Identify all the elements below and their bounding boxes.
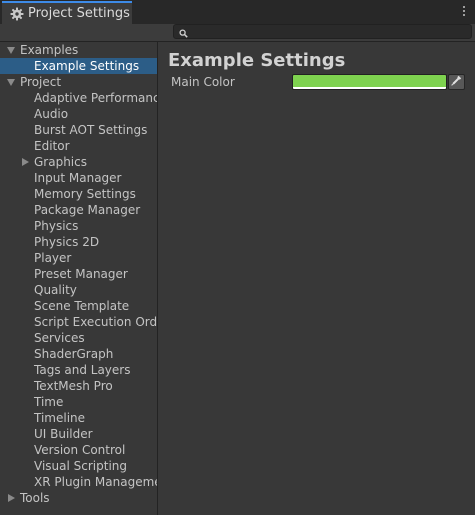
tree-item-burst-aot-settings[interactable]: Burst AOT Settings xyxy=(0,122,157,138)
tree-item-player[interactable]: Player xyxy=(0,250,157,266)
tree-item-label: Services xyxy=(34,331,85,345)
tree-group-label: Tools xyxy=(20,491,50,505)
tree-item-services[interactable]: Services xyxy=(0,330,157,346)
tree-item-label: Input Manager xyxy=(34,171,122,185)
tree-item-script-execution-order[interactable]: Script Execution Order xyxy=(0,314,157,330)
tree-item-label: ShaderGraph xyxy=(34,347,114,361)
tree-group-examples[interactable]: Examples xyxy=(0,42,157,58)
tree-item-label: Time xyxy=(34,395,64,409)
tree-item-label: TextMesh Pro xyxy=(34,379,113,393)
tree-item-example-settings[interactable]: Example Settings xyxy=(0,58,157,74)
tree-item-label: XR Plugin Management xyxy=(34,475,157,489)
tree-item-label: Memory Settings xyxy=(34,187,136,201)
project-settings-window: Project Settings Examples Example Settin… xyxy=(0,0,475,515)
search-input[interactable] xyxy=(188,25,462,38)
tree-item-label: Audio xyxy=(34,107,69,121)
tree-item-shadergraph[interactable]: ShaderGraph xyxy=(0,346,157,362)
tree-item-scene-template[interactable]: Scene Template xyxy=(0,298,157,314)
tree-item-label: Adaptive Performance xyxy=(34,91,157,105)
tree-item-audio[interactable]: Audio xyxy=(0,106,157,122)
expanded-arrow-icon[interactable] xyxy=(7,79,15,86)
tab-title: Project Settings xyxy=(28,6,130,21)
tree-item-package-manager[interactable]: Package Manager xyxy=(0,202,157,218)
eyedropper-icon xyxy=(451,75,462,89)
tree-item-label: Example Settings xyxy=(34,59,140,73)
tree-item-label: Package Manager xyxy=(34,203,141,217)
tab-project-settings[interactable]: Project Settings xyxy=(2,1,132,24)
tree-item-label: Scene Template xyxy=(34,299,130,313)
search-icon xyxy=(179,27,188,38)
alpha-bar xyxy=(293,87,446,89)
tree-item-version-control[interactable]: Version Control xyxy=(0,442,157,458)
gear-icon xyxy=(10,7,24,21)
tree-item-tags-and-layers[interactable]: Tags and Layers xyxy=(0,362,157,378)
tree-item-label: Timeline xyxy=(34,411,86,425)
tree-item-editor[interactable]: Editor xyxy=(0,138,157,154)
tree-group-project[interactable]: Project xyxy=(0,74,157,90)
eyedropper-button[interactable] xyxy=(448,74,465,90)
page-title: Example Settings xyxy=(168,50,346,71)
tree-item-label: Visual Scripting xyxy=(34,459,127,473)
collapsed-arrow-icon[interactable] xyxy=(8,494,15,502)
tree-item-label: Burst AOT Settings xyxy=(34,123,148,137)
settings-panel: Example Settings Main Color xyxy=(158,42,475,515)
tree-group-label: Project xyxy=(20,75,62,89)
tree-item-label: Physics 2D xyxy=(34,235,100,249)
tree-item-timeline[interactable]: Timeline xyxy=(0,410,157,426)
tree-group-tools[interactable]: Tools xyxy=(0,490,157,506)
tree-item-textmesh-pro[interactable]: TextMesh Pro xyxy=(0,378,157,394)
tree-item-physics[interactable]: Physics xyxy=(0,218,157,234)
tree-item-adaptive-performance[interactable]: Adaptive Performance xyxy=(0,90,157,106)
toolbar xyxy=(0,24,475,42)
tree-item-label: UI Builder xyxy=(34,427,93,441)
tree-item-label: Player xyxy=(34,251,72,265)
property-label: Main Color xyxy=(171,75,235,89)
property-row-main-color: Main Color xyxy=(158,73,475,91)
tree-item-label: Tags and Layers xyxy=(34,363,131,377)
tree-item-graphics[interactable]: Graphics xyxy=(0,154,157,170)
tree-item-label: Graphics xyxy=(34,155,87,169)
settings-tree: Examples Example Settings Project Adapti… xyxy=(0,42,157,515)
color-swatch xyxy=(293,75,446,87)
collapsed-arrow-icon[interactable] xyxy=(22,158,29,166)
tree-item-input-manager[interactable]: Input Manager xyxy=(0,170,157,186)
tab-strip: Project Settings xyxy=(0,0,475,24)
tree-item-preset-manager[interactable]: Preset Manager xyxy=(0,266,157,282)
color-field[interactable] xyxy=(292,74,447,90)
kebab-menu-icon[interactable] xyxy=(457,3,471,19)
expanded-arrow-icon[interactable] xyxy=(7,47,15,54)
tree-item-label: Editor xyxy=(34,139,70,153)
tree-item-ui-builder[interactable]: UI Builder xyxy=(0,426,157,442)
tree-item-label: Script Execution Order xyxy=(34,315,157,329)
tree-item-time[interactable]: Time xyxy=(0,394,157,410)
tree-item-label: Quality xyxy=(34,283,77,297)
tree-item-label: Preset Manager xyxy=(34,267,128,281)
tree-group-label: Examples xyxy=(20,43,79,57)
tree-item-quality[interactable]: Quality xyxy=(0,282,157,298)
search-box[interactable] xyxy=(173,24,472,39)
tree-item-label: Physics xyxy=(34,219,79,233)
tree-item-physics-2d[interactable]: Physics 2D xyxy=(0,234,157,250)
tree-item-xr-plugin-management[interactable]: XR Plugin Management xyxy=(0,474,157,490)
tree-item-memory-settings[interactable]: Memory Settings xyxy=(0,186,157,202)
tree-item-label: Version Control xyxy=(34,443,126,457)
tree-item-visual-scripting[interactable]: Visual Scripting xyxy=(0,458,157,474)
